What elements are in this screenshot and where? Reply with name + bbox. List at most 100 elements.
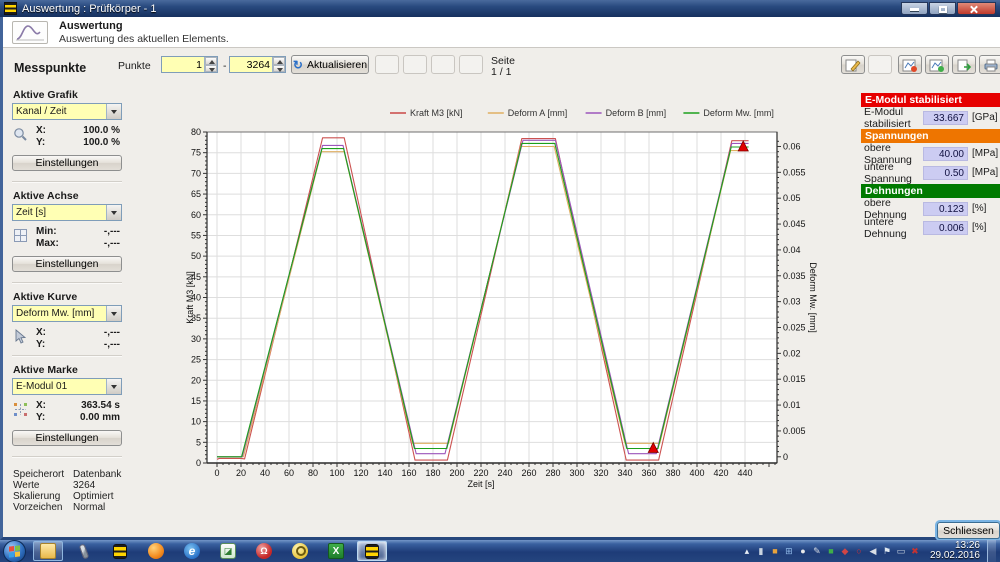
volume-muted-icon[interactable]: ◀ (867, 546, 879, 556)
blank-tool-button[interactable] (868, 55, 892, 74)
close-icon[interactable] (957, 2, 996, 15)
save-graphic-red-button[interactable] (898, 55, 922, 74)
save-graphic-green-button[interactable] (925, 55, 949, 74)
aktive-marke-dropdown[interactable]: E-Modul 01 (12, 378, 122, 395)
svg-text:0: 0 (196, 458, 201, 468)
aktive-kurve-dropdown[interactable]: Deform Mw. [mm] (12, 305, 122, 322)
network-icon[interactable]: ◆ (839, 546, 851, 556)
maximize-button[interactable] (929, 2, 956, 15)
red-app-button[interactable]: Ω (249, 541, 279, 561)
evaluation-curve-icon (12, 21, 48, 44)
svg-text:20: 20 (236, 468, 246, 478)
testxpert-active-button[interactable] (357, 541, 387, 561)
info-row: SpeicherortDatenbank (13, 469, 121, 480)
punkte-to-input[interactable] (230, 57, 272, 72)
svg-text:50: 50 (191, 251, 201, 261)
punkte-to-stepper[interactable] (272, 57, 285, 72)
testing-machine-button[interactable] (105, 541, 135, 561)
chart-green-icon (929, 59, 945, 72)
opera-icon[interactable]: ○ (853, 546, 865, 556)
info-row: SkalierungOptimiert (13, 491, 121, 502)
svg-text:440: 440 (737, 468, 752, 478)
svg-text:0.015: 0.015 (783, 374, 806, 384)
info-label: Speicherort (13, 469, 73, 480)
result-unit: [%] (968, 203, 1000, 214)
nav-prev-button[interactable] (403, 55, 427, 74)
measurement-chart[interactable]: 0204060801001201401601802002202402602803… (185, 102, 817, 499)
results-panel: E-Modul stabilisiertE-Modul stabilisiert… (861, 93, 1000, 239)
testxpert-active-icon (365, 544, 379, 559)
svg-text:180: 180 (425, 468, 440, 478)
chevron-down-icon (106, 379, 121, 394)
achse-einstellungen-button[interactable]: Einstellungen (12, 256, 122, 272)
usb-device-icon[interactable]: ▮ (755, 546, 767, 556)
search-button[interactable] (285, 541, 315, 561)
minimize-button[interactable] (901, 2, 928, 15)
header-panel: Auswertung Auswertung des aktuellen Elem… (3, 17, 1000, 48)
marke-position-rows: X:363.54 s Y:0.00 mm (12, 400, 122, 424)
taskbar-clock[interactable]: 13:26 29.02.2016 (930, 541, 980, 561)
svg-text:0.01: 0.01 (783, 400, 801, 410)
svg-text:320: 320 (593, 468, 608, 478)
info-value: Optimiert (73, 491, 114, 502)
excel-button[interactable]: X (321, 541, 351, 561)
firefox-icon (148, 543, 164, 559)
schliessen-button[interactable]: Schliessen (937, 522, 1000, 539)
display-icon[interactable]: ▭ (895, 546, 907, 556)
pen-icon[interactable]: ✎ (811, 546, 823, 556)
red-app-icon: Ω (256, 543, 272, 559)
chart-app-icon[interactable]: ■ (825, 546, 837, 556)
result-row: E-Modul stabilisiert33.667[GPa] (861, 110, 1000, 125)
chart-red-icon (902, 59, 918, 72)
result-row: obere Dehnung0.123[%] (861, 201, 1000, 216)
aktualisieren-button[interactable]: ↻ Aktualisieren (291, 55, 369, 74)
svg-text:Deform Mw. [mm]: Deform Mw. [mm] (808, 262, 817, 333)
axis-range-icon (13, 228, 29, 244)
aktive-grafik-dropdown[interactable]: Kanal / Zeit (12, 103, 122, 120)
flag-icon[interactable]: ⚑ (881, 546, 893, 556)
svg-text:80: 80 (308, 468, 318, 478)
testing-machine-icon (113, 544, 127, 559)
titlebar: Auswertung : Prüfkörper - 1 (0, 0, 1000, 17)
result-row: obere Spannung40.00[MPa] (861, 146, 1000, 161)
internet-explorer-button[interactable]: e (177, 541, 207, 561)
svg-text:300: 300 (569, 468, 584, 478)
show-desktop-button[interactable] (987, 540, 996, 562)
caliper-tool-button[interactable] (69, 541, 99, 561)
firefox-button[interactable] (141, 541, 171, 561)
result-value: 40.00 (923, 147, 968, 161)
svg-text:360: 360 (641, 468, 656, 478)
edit-icon (845, 59, 861, 72)
explorer-button[interactable] (33, 541, 63, 561)
windows-update-icon[interactable]: ⊞ (783, 546, 795, 556)
printer-icon (983, 59, 999, 72)
aktive-achse-dropdown[interactable]: Zeit [s] (12, 204, 122, 221)
svg-text:0.02: 0.02 (783, 348, 801, 358)
svg-text:0: 0 (214, 468, 219, 478)
result-unit: [MPa] (968, 148, 1000, 159)
export-document-button[interactable] (952, 55, 976, 74)
start-button[interactable] (3, 540, 26, 562)
marke-einstellungen-button[interactable]: Einstellungen (12, 430, 122, 446)
photo-viewer-button[interactable]: ◪ (213, 541, 243, 561)
security-lock-icon[interactable]: ■ (769, 546, 781, 556)
divider (12, 282, 122, 284)
ball-icon[interactable]: ● (797, 546, 809, 556)
punkte-from-stepper[interactable] (204, 57, 217, 72)
punkte-from-input[interactable] (162, 57, 204, 72)
nav-last-button[interactable] (459, 55, 483, 74)
nav-next-button[interactable] (431, 55, 455, 74)
info-label: Werte (13, 480, 73, 491)
pin-icon[interactable]: ✖ (909, 546, 921, 556)
hidden-icons-chevron[interactable]: ▴ (741, 546, 753, 556)
svg-text:0.04: 0.04 (783, 245, 801, 255)
print-button[interactable] (979, 55, 1000, 74)
nav-first-button[interactable] (375, 55, 399, 74)
svg-text:0.05: 0.05 (783, 193, 801, 203)
grafik-einstellungen-button[interactable]: Einstellungen (12, 155, 122, 171)
caliper-tool-icon (79, 543, 90, 559)
document-export-icon (956, 59, 972, 72)
chart-area[interactable]: 0204060801001201401601802002202402602803… (185, 102, 817, 499)
edit-report-button[interactable] (841, 55, 865, 74)
svg-text:Deform B [mm]: Deform B [mm] (606, 108, 667, 118)
